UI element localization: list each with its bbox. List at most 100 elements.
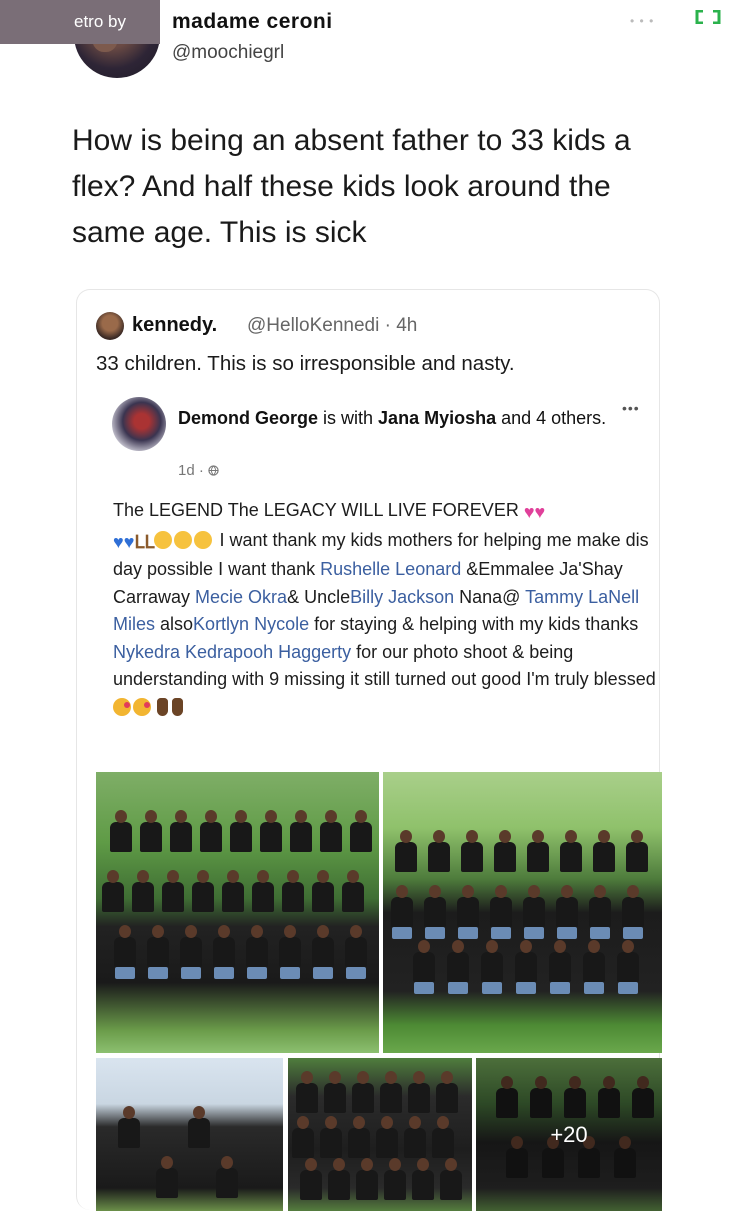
child-figure (279, 925, 301, 967)
crossed-fingers-icon (172, 697, 183, 716)
child-figure (494, 830, 516, 872)
child-figure (432, 1116, 454, 1158)
child-figure (180, 925, 202, 967)
child-figure (593, 830, 615, 872)
shorts-figure (557, 927, 577, 939)
child-figure (549, 940, 571, 982)
shorts-figure (584, 982, 604, 994)
photo-group-3[interactable] (96, 1058, 283, 1211)
child-figure (320, 810, 342, 852)
child-figure (328, 1158, 350, 1200)
tag-link[interactable]: Mecie Okra (195, 587, 287, 607)
child-figure (413, 940, 435, 982)
child-figure (408, 1071, 430, 1113)
shorts-figure (247, 967, 267, 979)
child-figure (170, 810, 192, 852)
child-figure (560, 830, 582, 872)
flexed-biceps-icon: ᒪᒪ (134, 531, 155, 552)
tag-link[interactable]: Kortlyn Nycole (193, 614, 309, 634)
shorts-figure (115, 967, 135, 979)
child-figure (436, 1071, 458, 1113)
tag-link[interactable]: Billy Jackson (350, 587, 454, 607)
smiling-face-icon (194, 530, 213, 549)
display-name[interactable]: madame ceroni (172, 10, 333, 34)
child-figure (380, 1071, 402, 1113)
photo-group-2[interactable] (383, 772, 662, 1053)
photo-group-4[interactable] (288, 1058, 472, 1211)
fb-post-header: Demond George is with Jana Myiosha and 4… (178, 404, 608, 432)
photo-group-1[interactable] (96, 772, 379, 1053)
child-figure (140, 810, 162, 852)
smiling-face-icon (154, 530, 173, 549)
child-figure (156, 1156, 178, 1198)
child-figure (147, 925, 169, 967)
face-blowing-kiss-icon (113, 697, 131, 716)
child-figure (213, 925, 235, 967)
expand-icon[interactable] (695, 10, 721, 24)
shorts-figure (414, 982, 434, 994)
child-figure (292, 1116, 314, 1158)
child-figure (188, 1106, 210, 1148)
child-figure (622, 885, 644, 927)
child-figure (626, 830, 648, 872)
child-figure (589, 885, 611, 927)
child-figure (162, 870, 184, 912)
fb-more-icon[interactable]: ••• (622, 400, 640, 416)
shorts-figure (448, 982, 468, 994)
child-figure (461, 830, 483, 872)
child-figure (391, 885, 413, 927)
shorts-figure (524, 927, 544, 939)
child-figure (457, 885, 479, 927)
shorts-figure (623, 927, 643, 939)
smiling-face-icon (174, 530, 193, 549)
child-figure (424, 885, 446, 927)
shorts-figure (482, 982, 502, 994)
child-figure (404, 1116, 426, 1158)
child-figure (118, 1106, 140, 1148)
child-figure (376, 1116, 398, 1158)
fb-tagged-name[interactable]: Jana Myiosha (378, 408, 496, 428)
crossed-fingers-icon (157, 697, 168, 716)
child-figure (523, 885, 545, 927)
tag-link[interactable]: Rushelle Leonard (320, 559, 461, 579)
fb-author-avatar[interactable] (112, 397, 166, 451)
quote-author-handle[interactable]: @HelloKennedi · 4h (247, 315, 417, 337)
globe-icon (208, 465, 219, 476)
child-figure (412, 1158, 434, 1200)
child-figure (320, 1116, 342, 1158)
shorts-figure (618, 982, 638, 994)
body-text: & Uncle (287, 586, 351, 607)
quote-author-name[interactable]: kennedy. (132, 314, 217, 337)
shorts-figure (392, 927, 412, 939)
child-figure (428, 830, 450, 872)
shorts-figure (516, 982, 536, 994)
body-text: The LEGEND The LEGACY WILL LIVE FOREVER (113, 500, 524, 520)
user-handle[interactable]: @moochiegrl (172, 42, 284, 64)
tag-link[interactable]: Nykedra Kedrapooh Haggerty (113, 642, 351, 662)
fb-author-name[interactable]: Demond George (178, 408, 318, 428)
child-figure (384, 1158, 406, 1200)
child-figure (490, 885, 512, 927)
shorts-figure (346, 967, 366, 979)
child-figure (222, 870, 244, 912)
more-photos-count[interactable]: +20 (476, 1058, 662, 1211)
child-figure (230, 810, 252, 852)
body-text: Nana@ (454, 586, 526, 607)
fb-time-text: 1d · (178, 462, 209, 479)
quote-avatar[interactable] (96, 312, 124, 340)
child-figure (296, 1071, 318, 1113)
child-figure (356, 1158, 378, 1200)
more-horizontal-icon[interactable]: • • • (630, 14, 654, 28)
shorts-figure (491, 927, 511, 939)
shorts-figure (148, 967, 168, 979)
child-figure (216, 1156, 238, 1198)
shorts-figure (425, 927, 445, 939)
child-figure (350, 810, 372, 852)
child-figure (556, 885, 578, 927)
shorts-figure (313, 967, 333, 979)
child-figure (348, 1116, 370, 1158)
fb-others-text[interactable]: and 4 others. (496, 408, 606, 428)
face-blowing-kiss-icon (133, 697, 151, 716)
child-figure (246, 925, 268, 967)
shorts-figure (214, 967, 234, 979)
